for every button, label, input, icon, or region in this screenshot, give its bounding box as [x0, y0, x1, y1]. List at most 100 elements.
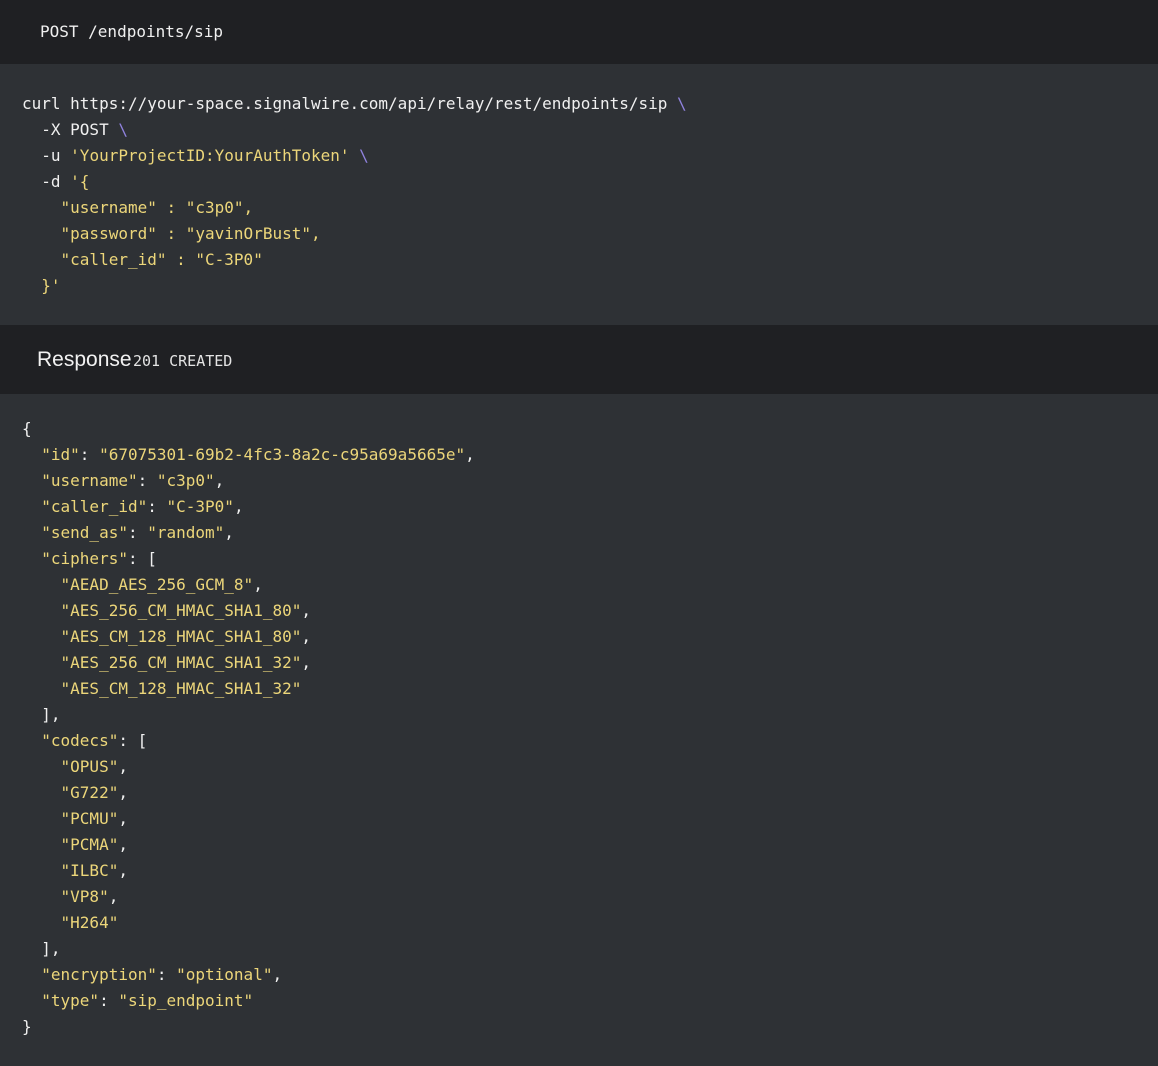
code-token: : [99, 991, 119, 1010]
code-string-token: 'YourProjectID:YourAuthToken' [70, 146, 350, 165]
code-line: "OPUS", [22, 754, 1158, 780]
code-token: , [301, 627, 311, 646]
code-line: "AES_256_CM_HMAC_SHA1_80", [22, 598, 1158, 624]
code-token: , [118, 757, 128, 776]
code-token: , [108, 887, 119, 906]
request-method-path: POST /endpoints/sip [40, 22, 224, 41]
code-string-token: "H264" [60, 913, 119, 932]
code-string-token: "c3p0" [156, 471, 215, 490]
code-line: "VP8", [22, 884, 1158, 910]
code-token: { [22, 419, 32, 438]
code-token: : [147, 497, 167, 516]
code-token: , [301, 653, 311, 672]
code-string-token: "PCMA" [60, 835, 119, 854]
code-string-token: "username" : "c3p0", [22, 198, 254, 217]
code-string-token: "AES_256_CM_HMAC_SHA1_80" [60, 601, 302, 620]
code-string-token: "PCMU" [60, 809, 119, 828]
code-line: "ciphers": [ [22, 546, 1158, 572]
code-line: curl https://your-space.signalwire.com/a… [22, 91, 1158, 117]
code-token: , [465, 445, 475, 464]
response-status-code: 201 CREATED [133, 352, 233, 370]
code-line: "AES_CM_128_HMAC_SHA1_80", [22, 624, 1158, 650]
code-string-token: "AEAD_AES_256_GCM_8" [60, 575, 254, 594]
code-line: "caller_id": "C-3P0", [22, 494, 1158, 520]
request-code-block[interactable]: curl https://your-space.signalwire.com/a… [0, 64, 1158, 325]
code-string-token: }' [22, 276, 61, 295]
code-token: } [22, 1017, 32, 1036]
code-token: -d [22, 172, 71, 191]
code-string-token: "type" [41, 991, 100, 1010]
code-string-token: "G722" [60, 783, 119, 802]
code-line: ], [22, 936, 1158, 962]
code-token: -u [22, 146, 71, 165]
code-string-token: "codecs" [41, 731, 119, 750]
code-string-token: "id" [41, 445, 80, 464]
code-token: : [127, 523, 148, 542]
code-line: "H264" [22, 910, 1158, 936]
code-line: "PCMA", [22, 832, 1158, 858]
code-token: , [118, 783, 128, 802]
code-token: , [233, 497, 244, 516]
code-line: "password" : "yavinOrBust", [22, 221, 1158, 247]
line-continuation-token: \ [118, 120, 128, 139]
code-token: : [137, 471, 157, 490]
code-token: , [214, 471, 225, 490]
code-line: "id": "67075301-69b2-4fc3-8a2c-c95a69a56… [22, 442, 1158, 468]
code-string-token: "AES_CM_128_HMAC_SHA1_80" [60, 627, 302, 646]
request-code: curl https://your-space.signalwire.com/a… [22, 91, 1158, 299]
code-line: "caller_id" : "C-3P0" [22, 247, 1158, 273]
code-line: "AES_CM_128_HMAC_SHA1_32" [22, 676, 1158, 702]
code-line: } [22, 1014, 1158, 1040]
code-token: ], [22, 705, 61, 724]
code-string-token: '{ [70, 172, 90, 191]
code-string-token: "ciphers" [41, 549, 128, 568]
code-line: "type": "sip_endpoint" [22, 988, 1158, 1014]
code-string-token: "random" [147, 523, 225, 542]
code-token: : [156, 965, 177, 984]
code-line: "username" : "c3p0", [22, 195, 1158, 221]
code-line: "send_as": "random", [22, 520, 1158, 546]
code-line: "PCMU", [22, 806, 1158, 832]
code-line: { [22, 416, 1158, 442]
code-line: "AES_256_CM_HMAC_SHA1_32", [22, 650, 1158, 676]
line-continuation-token: \ [677, 94, 687, 113]
code-token: , [118, 861, 128, 880]
code-string-token: "ILBC" [60, 861, 119, 880]
code-string-token: "password" : "yavinOrBust", [22, 224, 321, 243]
code-string-token: "encryption" [41, 965, 157, 984]
code-token: ], [22, 939, 61, 958]
code-token: : [ [118, 731, 148, 750]
response-code-block[interactable]: { "id": "67075301-69b2-4fc3-8a2c-c95a69a… [0, 394, 1158, 1066]
code-line: }' [22, 273, 1158, 299]
code-string-token: "username" [41, 471, 138, 490]
code-string-token: "caller_id" [41, 497, 148, 516]
code-string-token: "AES_CM_128_HMAC_SHA1_32" [60, 679, 302, 698]
code-token: , [253, 575, 263, 594]
code-string-token: "AES_256_CM_HMAC_SHA1_32" [60, 653, 302, 672]
code-token: , [272, 965, 283, 984]
code-line: "AEAD_AES_256_GCM_8", [22, 572, 1158, 598]
response-code: { "id": "67075301-69b2-4fc3-8a2c-c95a69a… [22, 416, 1158, 1040]
code-token: , [118, 835, 128, 854]
code-line: "ILBC", [22, 858, 1158, 884]
code-string-token: "OPUS" [60, 757, 119, 776]
